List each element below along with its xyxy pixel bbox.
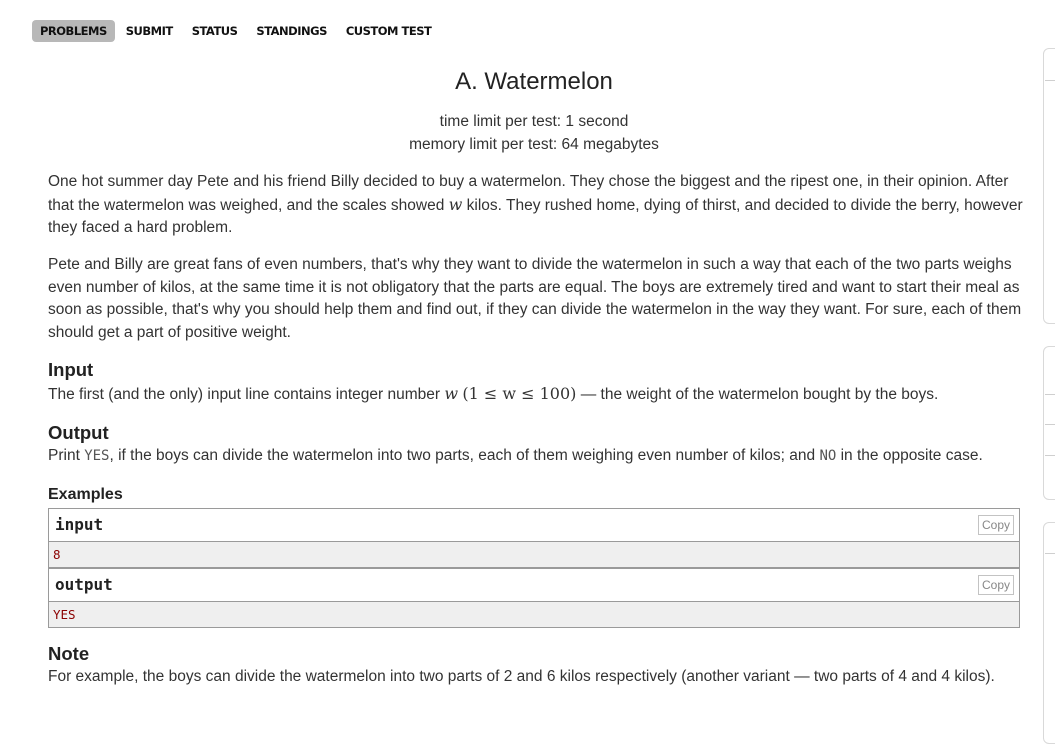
tab-submit[interactable]: SUBMIT (118, 20, 181, 42)
note-section-title: Note (48, 643, 90, 664)
output-yes-token: YES (84, 448, 110, 464)
output-description: Print YES, if the boys can divide the wa… (48, 445, 1023, 468)
output-no-token: NO (819, 448, 837, 464)
memory-limit: memory limit per test: 64 megabytes (409, 136, 659, 153)
sidebar-divider (1045, 553, 1055, 554)
sidebar-divider (1045, 424, 1055, 425)
copy-output-button[interactable]: Copy (978, 575, 1014, 595)
variable-w: w (444, 384, 459, 403)
example-output-block: output Copy YES (48, 568, 1020, 628)
problem-limits: time limit per test: 1 second memory lim… (0, 110, 1055, 156)
output-text: Print (48, 447, 85, 464)
time-limit: time limit per test: 1 second (439, 113, 629, 130)
example-input-block: input Copy 8 (48, 508, 1020, 568)
legend-paragraph-2: Pete and Billy are great fans of even nu… (48, 256, 1022, 341)
sidebar-divider (1045, 394, 1055, 395)
input-constraint: (1 ≤ w ≤ 100) (462, 384, 577, 403)
input-text: The first (and the only) input line cont… (48, 386, 445, 403)
tab-problems[interactable]: PROBLEMS (32, 20, 115, 42)
variable-w: w (448, 194, 463, 214)
problem-title: A. Watermelon (455, 68, 613, 95)
example-output-header: output Copy (49, 569, 1019, 602)
tab-custom-test[interactable]: CUSTOM TEST (338, 20, 439, 42)
output-text: in the opposite case. (836, 447, 983, 464)
copy-input-button[interactable]: Copy (978, 515, 1014, 535)
example-input-header: input Copy (49, 509, 1019, 542)
legend-paragraph-1: One hot summer day Pete and his friend B… (48, 171, 1023, 240)
output-section-title: Output (48, 422, 109, 443)
example-output-label: output (55, 575, 113, 594)
tab-standings[interactable]: STANDINGS (248, 20, 334, 42)
sidebar-divider (1045, 455, 1055, 456)
sidebar-box-3 (1043, 522, 1055, 744)
input-description: The first (and the only) input line cont… (48, 383, 1023, 407)
input-text: — the weight of the watermelon bought by… (576, 386, 939, 403)
note-text: For example, the boys can divide the wat… (48, 668, 995, 685)
example-input-value: 8 (49, 542, 1019, 567)
examples-title: Examples (48, 486, 123, 503)
problem-nav-tabs: PROBLEMS SUBMIT STATUS STANDINGS CUSTOM … (32, 20, 442, 42)
tab-status[interactable]: STATUS (184, 20, 246, 42)
example-output-value: YES (49, 602, 1019, 627)
input-section-title: Input (48, 359, 94, 380)
sidebar-box-2 (1043, 346, 1055, 500)
example-input-label: input (55, 515, 104, 534)
output-text: , if the boys can divide the watermelon … (109, 447, 820, 464)
